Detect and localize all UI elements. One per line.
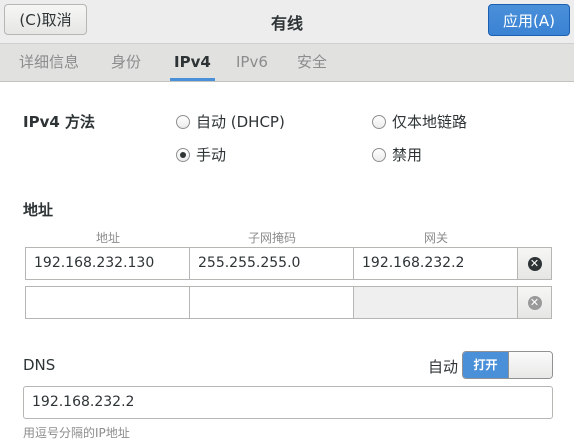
- radio-circle: [372, 114, 386, 129]
- radio-dhcp[interactable]: 自动 (DHCP): [176, 111, 285, 132]
- gateway-input[interactable]: 192.168.232.2: [353, 247, 518, 280]
- tab-bar: 详细信息 身份 IPv4 IPv6 安全: [0, 44, 574, 82]
- radio-label: 自动 (DHCP): [196, 113, 285, 131]
- radio-circle: [372, 147, 386, 162]
- netmask-input[interactable]: [189, 286, 354, 319]
- ipv4-method-label: IPv4 方法: [23, 113, 96, 131]
- header-bar: (C)取消 有线 应用(A): [0, 0, 574, 44]
- gateway-input[interactable]: [353, 286, 518, 319]
- tab-ipv6[interactable]: IPv6: [232, 44, 272, 81]
- dns-input[interactable]: 192.168.232.2: [23, 386, 553, 419]
- column-header-address: 地址: [95, 231, 120, 245]
- dns-auto-label: 自动: [428, 358, 459, 376]
- close-circle-icon: ✕: [527, 295, 542, 310]
- radio-link-local[interactable]: 仅本地链路: [372, 111, 467, 132]
- dns-label: DNS: [23, 356, 56, 374]
- radio-circle: [176, 114, 190, 129]
- delete-address-button[interactable]: ✕: [517, 286, 552, 319]
- switch-knob[interactable]: [508, 352, 552, 378]
- netmask-input[interactable]: 255.255.255.0: [189, 247, 354, 280]
- address-input[interactable]: [25, 286, 190, 319]
- dns-hint: 用逗号分隔的IP地址: [23, 426, 130, 440]
- column-header-gateway: 网关: [423, 231, 448, 245]
- radio-disabled[interactable]: 禁用: [372, 144, 422, 165]
- radio-label: 手动: [196, 146, 227, 164]
- apply-button[interactable]: 应用(A): [488, 4, 570, 36]
- column-header-netmask: 子网掩码: [247, 231, 296, 245]
- switch-on-label: 打开: [463, 352, 508, 378]
- radio-label: 仅本地链路: [392, 113, 468, 131]
- tab-details[interactable]: 详细信息: [15, 44, 83, 81]
- addresses-label: 地址: [23, 201, 54, 219]
- address-input[interactable]: 192.168.232.130: [25, 247, 190, 280]
- radio-label: 禁用: [392, 146, 423, 164]
- delete-address-button[interactable]: ✕: [517, 247, 552, 280]
- tab-identity[interactable]: 身份: [107, 44, 145, 81]
- tab-ipv4[interactable]: IPv4: [170, 44, 215, 81]
- dns-auto-switch[interactable]: 打开: [462, 351, 553, 379]
- tab-security[interactable]: 安全: [293, 44, 331, 81]
- radio-manual[interactable]: 手动: [176, 144, 226, 165]
- close-circle-icon: ✕: [527, 256, 542, 271]
- radio-circle-checked: [176, 147, 190, 162]
